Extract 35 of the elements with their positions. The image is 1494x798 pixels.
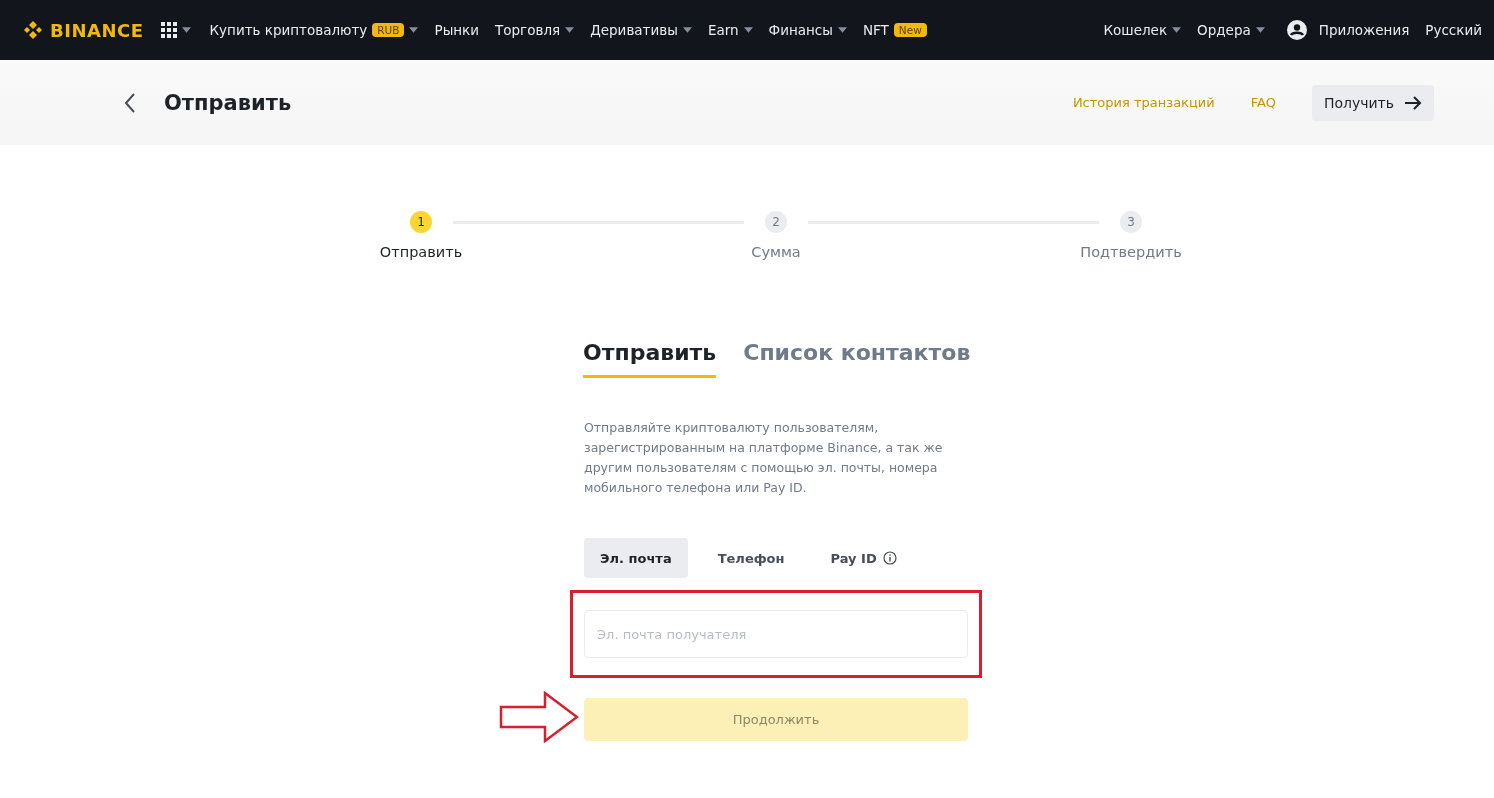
caret-icon xyxy=(182,27,192,33)
diamond-logo-icon xyxy=(22,19,44,41)
page-title: Отправить xyxy=(164,90,293,115)
step-number: 1 xyxy=(410,211,432,233)
apps-grid-icon[interactable] xyxy=(161,22,178,38)
logo-text: BINANCE xyxy=(50,19,144,41)
arrow-right-icon xyxy=(1404,95,1422,110)
tab[interactable]: Отправить xyxy=(583,340,717,378)
recipient-email-field[interactable]: Эл. почта получателя xyxy=(584,610,968,658)
nav-badge: New xyxy=(893,23,927,37)
nav-menu-item[interactable]: Кошелек xyxy=(1103,22,1182,38)
nav-badge: RUB xyxy=(372,23,405,37)
method-tab[interactable]: Телефон xyxy=(701,538,801,578)
nav-menu-item[interactable]: Earn xyxy=(707,22,753,38)
description-text: Отправляйте криптовалюту пользователям, зарегистрированным на платформе Binance, а так же другим пользователям с помощью эл. почты, номера мобильного телефона или Pay ID. xyxy=(584,419,944,497)
method-tab[interactable]: Pay ID xyxy=(814,538,913,578)
step-number: 2 xyxy=(765,211,787,233)
step-label: Сумма xyxy=(751,244,801,260)
tab[interactable]: Список контактов xyxy=(743,340,971,378)
step-label: Отправить xyxy=(379,244,463,260)
method-tab[interactable]: Эл. почта xyxy=(584,538,688,578)
apps-link[interactable]: Приложения xyxy=(1318,22,1410,38)
nav-menu-item[interactable]: Купить криптовалюту RUB xyxy=(209,22,419,38)
back-chevron-icon[interactable] xyxy=(124,92,136,113)
nav-menu-item[interactable]: Торговля xyxy=(495,22,575,38)
user-avatar-icon[interactable] xyxy=(1286,20,1307,40)
step-label: Подтвердить xyxy=(1080,244,1182,260)
nav-menu-item[interactable]: Рынки xyxy=(434,22,480,38)
nav-menu-item[interactable]: NFT New xyxy=(862,22,927,38)
language-link[interactable]: Русский xyxy=(1425,22,1482,38)
receive-button[interactable]: Получить xyxy=(1311,84,1434,121)
step-number: 3 xyxy=(1120,211,1142,233)
nav-menu-item[interactable]: Финансы xyxy=(768,22,847,38)
nav-menu-item[interactable]: Деривативы xyxy=(590,22,692,38)
nav-menu-item[interactable]: Ордера xyxy=(1197,22,1265,38)
